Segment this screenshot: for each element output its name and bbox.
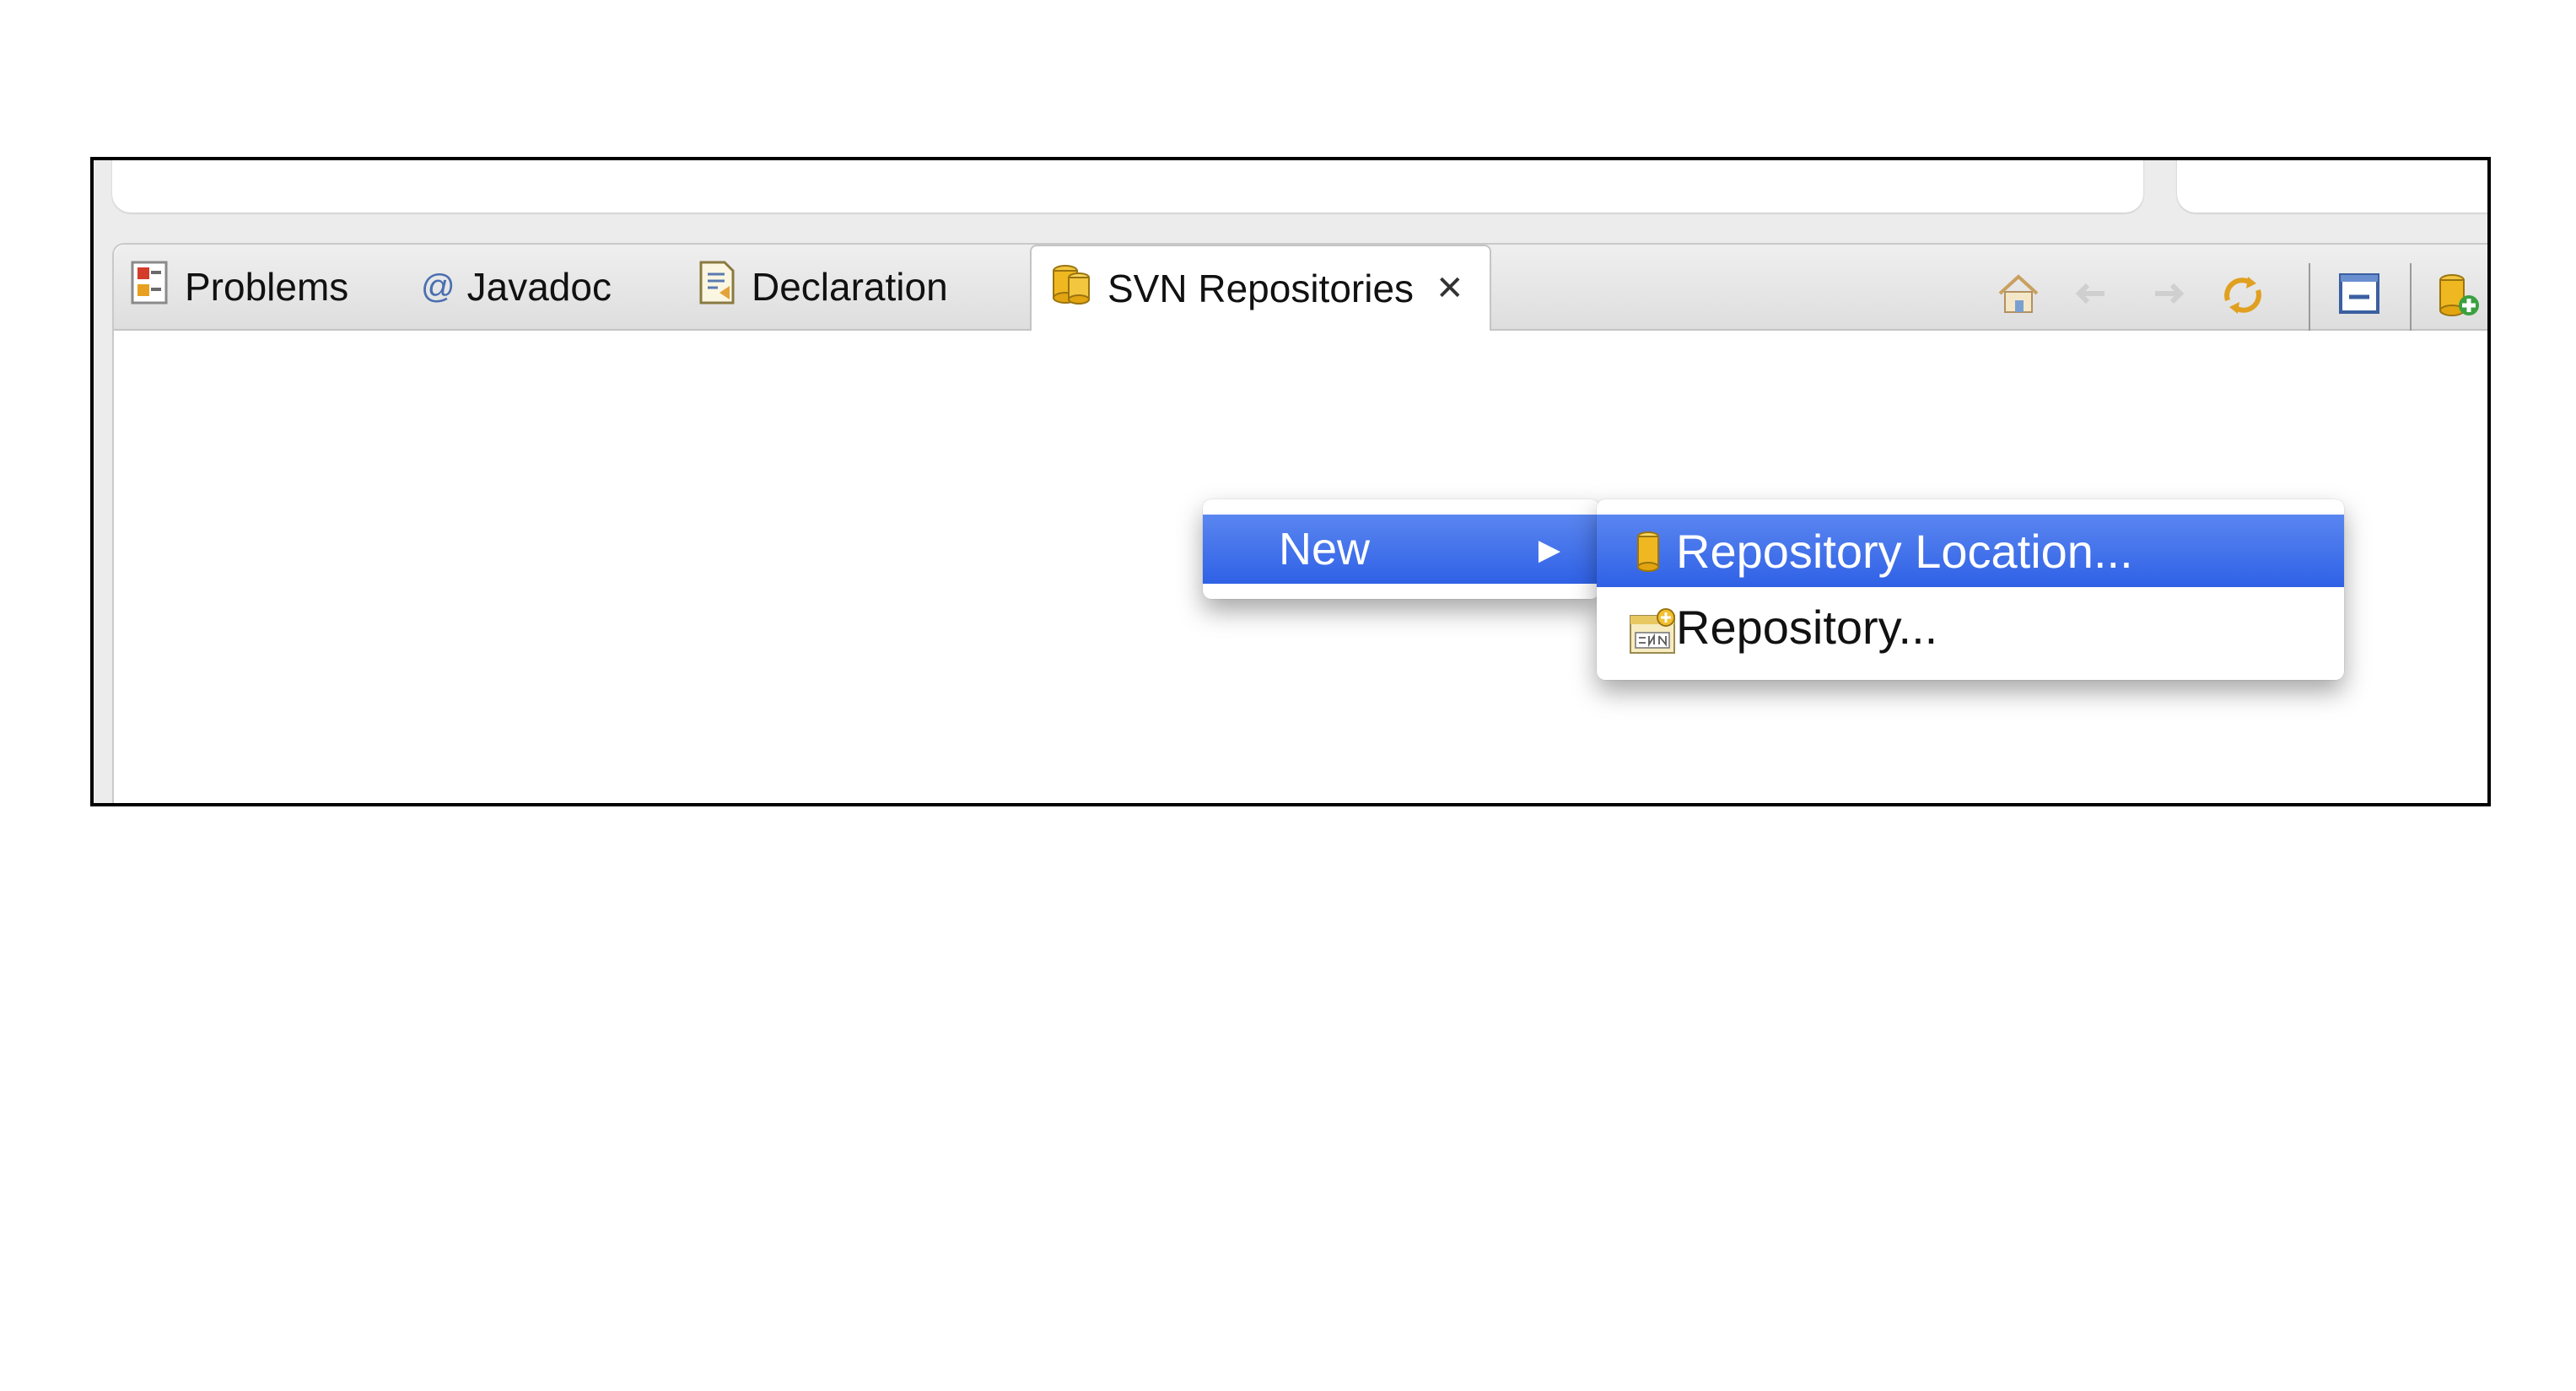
tab-javadoc-label: Javadoc: [466, 265, 612, 309]
toolbar-separator: [2309, 263, 2310, 331]
tab-problems[interactable]: Problems: [129, 245, 348, 329]
refresh-icon[interactable]: [2218, 270, 2268, 325]
tab-svn-repositories[interactable]: SVN Repositories ✕: [1030, 245, 1491, 331]
menu-item-repository-label: Repository...: [1676, 600, 1938, 654]
svn-repositories-icon: [1045, 259, 1096, 319]
new-submenu: Repository Location... Repository...: [1597, 499, 2344, 680]
tab-problems-label: Problems: [185, 265, 349, 309]
menu-item-new-label: New: [1279, 524, 1371, 574]
problems-icon: [129, 259, 173, 315]
outline-pane: [2177, 160, 2487, 213]
menu-item-new[interactable]: New ▶: [1203, 515, 1599, 584]
toolbar-separator: [2410, 263, 2412, 331]
home-icon[interactable]: [1995, 270, 2042, 321]
svn-repository-icon: [1627, 606, 1679, 667]
tab-declaration[interactable]: Declaration: [696, 245, 948, 329]
close-tab-icon[interactable]: ✕: [1436, 269, 1464, 308]
menu-item-repository-location[interactable]: Repository Location...: [1597, 515, 2344, 587]
repository-location-icon: [1627, 530, 1669, 586]
editor-pane: [112, 160, 2143, 213]
menu-item-repository-location-label: Repository Location...: [1676, 524, 2133, 578]
view-tab-bar: Problems @ Javadoc Declaration SVN Repos…: [114, 245, 2487, 331]
collapse-all-icon[interactable]: [2336, 270, 2383, 321]
tab-svn-repositories-label: SVN Repositories: [1107, 267, 1415, 310]
screenshot-frame: Problems @ Javadoc Declaration SVN Repos…: [90, 157, 2491, 806]
declaration-icon: [696, 259, 740, 315]
tab-javadoc[interactable]: @ Javadoc: [421, 245, 612, 329]
tab-declaration-label: Declaration: [752, 265, 948, 309]
context-menu: New ▶: [1203, 499, 1599, 599]
javadoc-icon: @: [421, 267, 455, 305]
forward-arrow-icon[interactable]: [2145, 270, 2192, 321]
back-arrow-icon[interactable]: [2067, 270, 2115, 321]
submenu-arrow-icon: ▶: [1538, 534, 1560, 566]
menu-item-repository[interactable]: Repository...: [1597, 590, 2344, 663]
new-repository-location-icon[interactable]: [2433, 270, 2484, 325]
